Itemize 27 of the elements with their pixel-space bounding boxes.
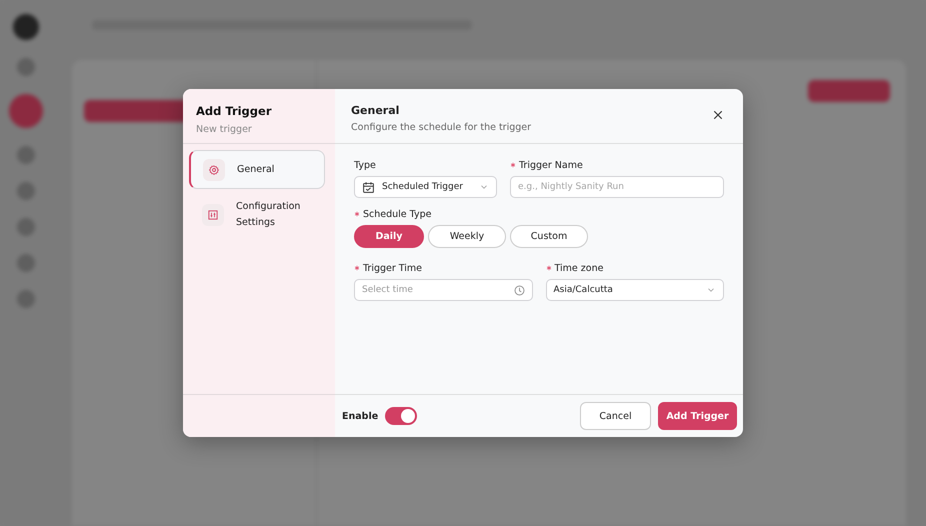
clock-icon [514,284,524,296]
text-input-field[interactable]: e.g., Nightly Sanity Run [510,176,724,198]
step-item[interactable]: Configuration Settings [189,195,325,234]
gear-icon [208,164,220,176]
schedule-option[interactable]: Daily [354,225,424,248]
dropdown-field[interactable]: Scheduled Trigger [354,176,497,198]
dialog-title: Add Trigger [196,104,272,118]
add-trigger-button[interactable]: Add Trigger [658,402,737,430]
close-button[interactable] [711,108,725,122]
section-title: General [351,104,400,117]
field-label: Schedule Type [363,208,432,220]
field-label: Trigger Time [363,262,422,274]
dropdown-field[interactable]: Asia/Calcutta [546,279,724,301]
section-description: Configure the schedule for the trigger [351,122,532,133]
enable-toggle[interactable] [385,407,418,425]
schedule-option[interactable]: Weekly [428,225,506,248]
dialog-subtitle: New trigger [196,124,253,135]
field-label: Type [354,160,376,170]
cancel-button[interactable]: Cancel [580,402,651,430]
schedule-option[interactable]: Custom [510,225,588,248]
close-icon [712,109,724,121]
field-label: Trigger Name [519,160,583,170]
sliders-icon [207,208,219,220]
calendar-icon [362,180,375,194]
step-item[interactable]: General [189,150,325,189]
field-label: Time zone [554,262,604,274]
toggle-label: Enable [342,410,378,422]
